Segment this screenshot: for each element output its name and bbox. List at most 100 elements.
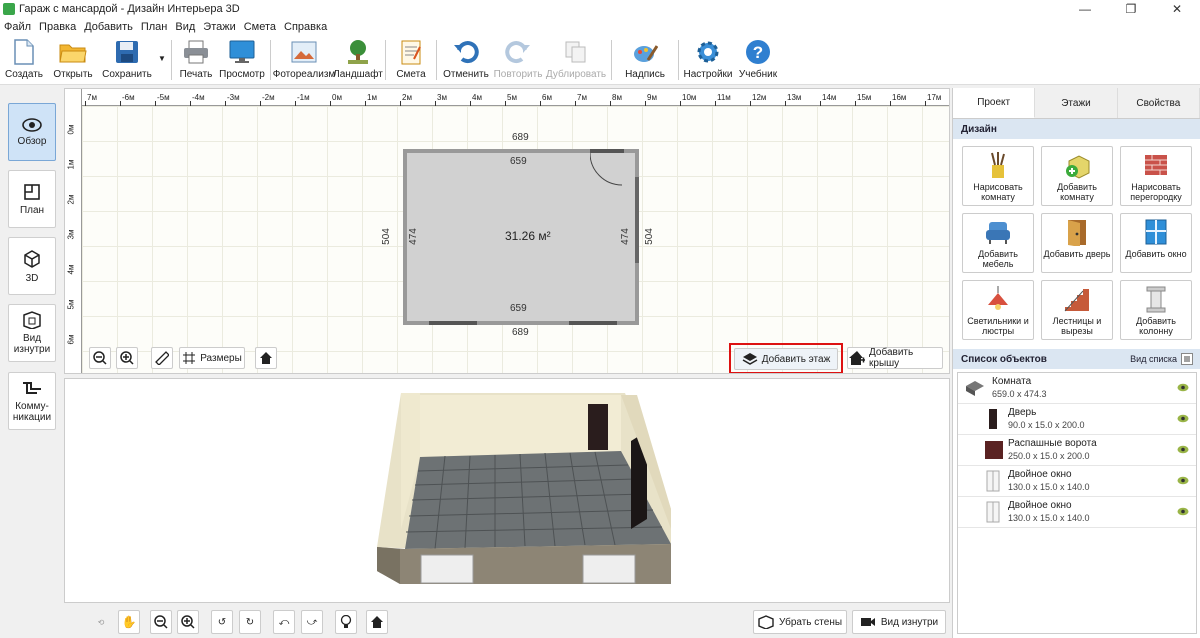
add-floor-button[interactable]: Добавить этаж (734, 348, 838, 370)
highlight-box: Добавить этаж (729, 343, 843, 373)
3d-zoom-in-button[interactable] (177, 610, 199, 634)
door-object-icon (989, 409, 997, 429)
ruler-vertical: 0м 1м 2м 3м 4м 5м 6м (65, 89, 82, 373)
3d-home-button[interactable] (366, 610, 388, 634)
settings-button[interactable]: Настройки (682, 35, 734, 85)
home-icon (371, 616, 383, 628)
visibility-eye-icon[interactable] (1177, 383, 1189, 392)
ruler-tick-label: 8м (612, 93, 622, 102)
ruler-tick-label: 10м (682, 93, 697, 102)
measure-button[interactable] (151, 347, 173, 369)
menu-plan[interactable]: План (137, 21, 172, 33)
communications-button[interactable]: Комму-никации (8, 372, 56, 430)
ruler-tick (715, 101, 716, 106)
tutorial-button[interactable]: ? Учебник (734, 35, 782, 85)
tilt-down-button[interactable]: ⤻ (301, 610, 323, 634)
open-button[interactable]: Открыть (48, 35, 98, 85)
menu-floors[interactable]: Этажи (199, 21, 239, 33)
save-dropdown-arrow[interactable]: ▼ (156, 35, 168, 85)
tab-properties[interactable]: Свойства (1118, 88, 1200, 118)
menu-view[interactable]: Вид (171, 21, 199, 33)
dimension-outer-bottom: 689 (512, 327, 529, 338)
menu-file[interactable]: Файл (0, 21, 35, 33)
zoom-in-button[interactable] (116, 347, 138, 369)
stairs-icon (1064, 289, 1089, 312)
rotate-right-button[interactable]: ↻ (239, 610, 261, 634)
draw-room-button[interactable]: Нарисовать комнату (962, 146, 1034, 206)
room-area-label: 31.26 м² (505, 229, 551, 243)
list-item[interactable]: Двойное окно 130.0 x 15.0 x 140.0 (958, 466, 1196, 497)
draw-partition-button[interactable]: Нарисовать перегородку (1120, 146, 1192, 206)
landscape-button[interactable]: Ландшафт (333, 35, 383, 85)
duplicate-button[interactable]: Дублировать (544, 35, 608, 85)
add-column-button[interactable]: Добавить колонну (1120, 280, 1192, 340)
chevron-down-icon: ▼ (158, 54, 166, 63)
add-room-button[interactable]: Добавить комнату (1041, 146, 1113, 206)
cube-icon (24, 249, 40, 268)
minimize-button[interactable]: — (1062, 0, 1108, 18)
print-button[interactable]: Печать (175, 35, 217, 85)
room-shape[interactable]: 659 659 474 474 31.26 м² (403, 149, 639, 325)
rotate-left-button[interactable]: ↺ (211, 610, 233, 634)
visibility-eye-icon[interactable] (1177, 445, 1189, 454)
tab-floors[interactable]: Этажи (1035, 88, 1118, 118)
overview-button[interactable]: Обзор (8, 103, 56, 161)
list-item[interactable]: Двойное окно 130.0 x 15.0 x 140.0 (958, 497, 1196, 528)
visibility-eye-icon[interactable] (1177, 507, 1189, 516)
zoom-out-icon (93, 351, 107, 365)
list-item[interactable]: Дверь 90.0 x 15.0 x 200.0 (958, 404, 1196, 435)
undo-icon (452, 38, 480, 66)
pan-button[interactable]: ✋ (118, 610, 140, 634)
menu-help[interactable]: Справка (280, 21, 331, 33)
zoom-out-button[interactable] (89, 347, 111, 369)
menu-edit[interactable]: Правка (35, 21, 80, 33)
plan-icon (24, 183, 40, 200)
home-button[interactable] (255, 347, 277, 369)
add-furniture-button[interactable]: Добавить мебель (962, 213, 1034, 273)
caption-button[interactable]: Надпись (615, 35, 675, 85)
lights-button[interactable]: Светильники и люстры (962, 280, 1034, 340)
undo-button[interactable]: Отменить (440, 35, 492, 85)
rotate-360-button[interactable]: ⟲ (90, 610, 112, 634)
plan-button[interactable]: План (8, 170, 56, 228)
floor-plan-view[interactable]: 7м -6м -5м -4м -3м -2м -1м 0м 1м 2м 3м 4м 5м 6м 7м 8м 9м… (64, 88, 950, 374)
create-button[interactable]: Создать (0, 35, 48, 85)
view-mode-sidebar: Обзор План 3D Вид изнутри Комму-никации (0, 86, 64, 638)
close-button[interactable]: ✕ (1154, 0, 1200, 18)
light-button[interactable] (335, 610, 357, 634)
add-door-button[interactable]: Добавить дверь (1041, 213, 1113, 273)
inside-view-button[interactable]: Вид изнутри (8, 304, 56, 362)
maximize-button[interactable]: ❐ (1108, 0, 1154, 18)
menu-estimate[interactable]: Смета (240, 21, 280, 33)
ruler-tick-label: 2м (66, 194, 76, 205)
stairs-button[interactable]: Лестницы и вырезы (1041, 280, 1113, 340)
photorealism-button[interactable]: Фотореализм (273, 35, 335, 85)
ruler-tick (260, 101, 261, 106)
remove-walls-button[interactable]: Убрать стены (753, 610, 847, 634)
save-button[interactable]: Сохранить (98, 35, 156, 85)
ruler-tick-label: -4м (192, 93, 205, 102)
list-item[interactable]: Комната 659.0 x 474.3 (958, 373, 1196, 404)
tilt-up-button[interactable]: ⤺ (273, 610, 295, 634)
inside-view-3d-button[interactable]: Вид изнутри (852, 610, 946, 634)
visibility-eye-icon[interactable] (1177, 476, 1189, 485)
ruler-tick-label: 6м (542, 93, 552, 102)
tab-project[interactable]: Проект (953, 88, 1036, 118)
dimensions-button[interactable]: Размеры (179, 347, 245, 369)
ruler-tick (85, 101, 86, 106)
list-item[interactable]: Распашные ворота 250.0 x 15.0 x 200.0 (958, 435, 1196, 466)
visibility-eye-icon[interactable] (1177, 414, 1189, 423)
object-list: Комната 659.0 x 474.3 Дверь 90.0 x 15.0 … (957, 372, 1197, 634)
add-roof-button[interactable]: Добавить крышу (847, 347, 943, 369)
estimate-button[interactable]: Смета (389, 35, 433, 85)
ruler-tick-label: 5м (507, 93, 517, 102)
door-icon (1068, 220, 1086, 246)
3d-zoom-out-button[interactable] (150, 610, 172, 634)
menu-add[interactable]: Добавить (80, 21, 137, 33)
3d-button[interactable]: 3D (8, 237, 56, 295)
preview-button[interactable]: Просмотр (217, 35, 267, 85)
list-view-toggle[interactable]: Вид списка (1130, 353, 1193, 365)
add-window-button[interactable]: Добавить окно (1120, 213, 1192, 273)
redo-button[interactable]: Повторить (492, 35, 544, 85)
3d-view[interactable] (64, 378, 950, 603)
